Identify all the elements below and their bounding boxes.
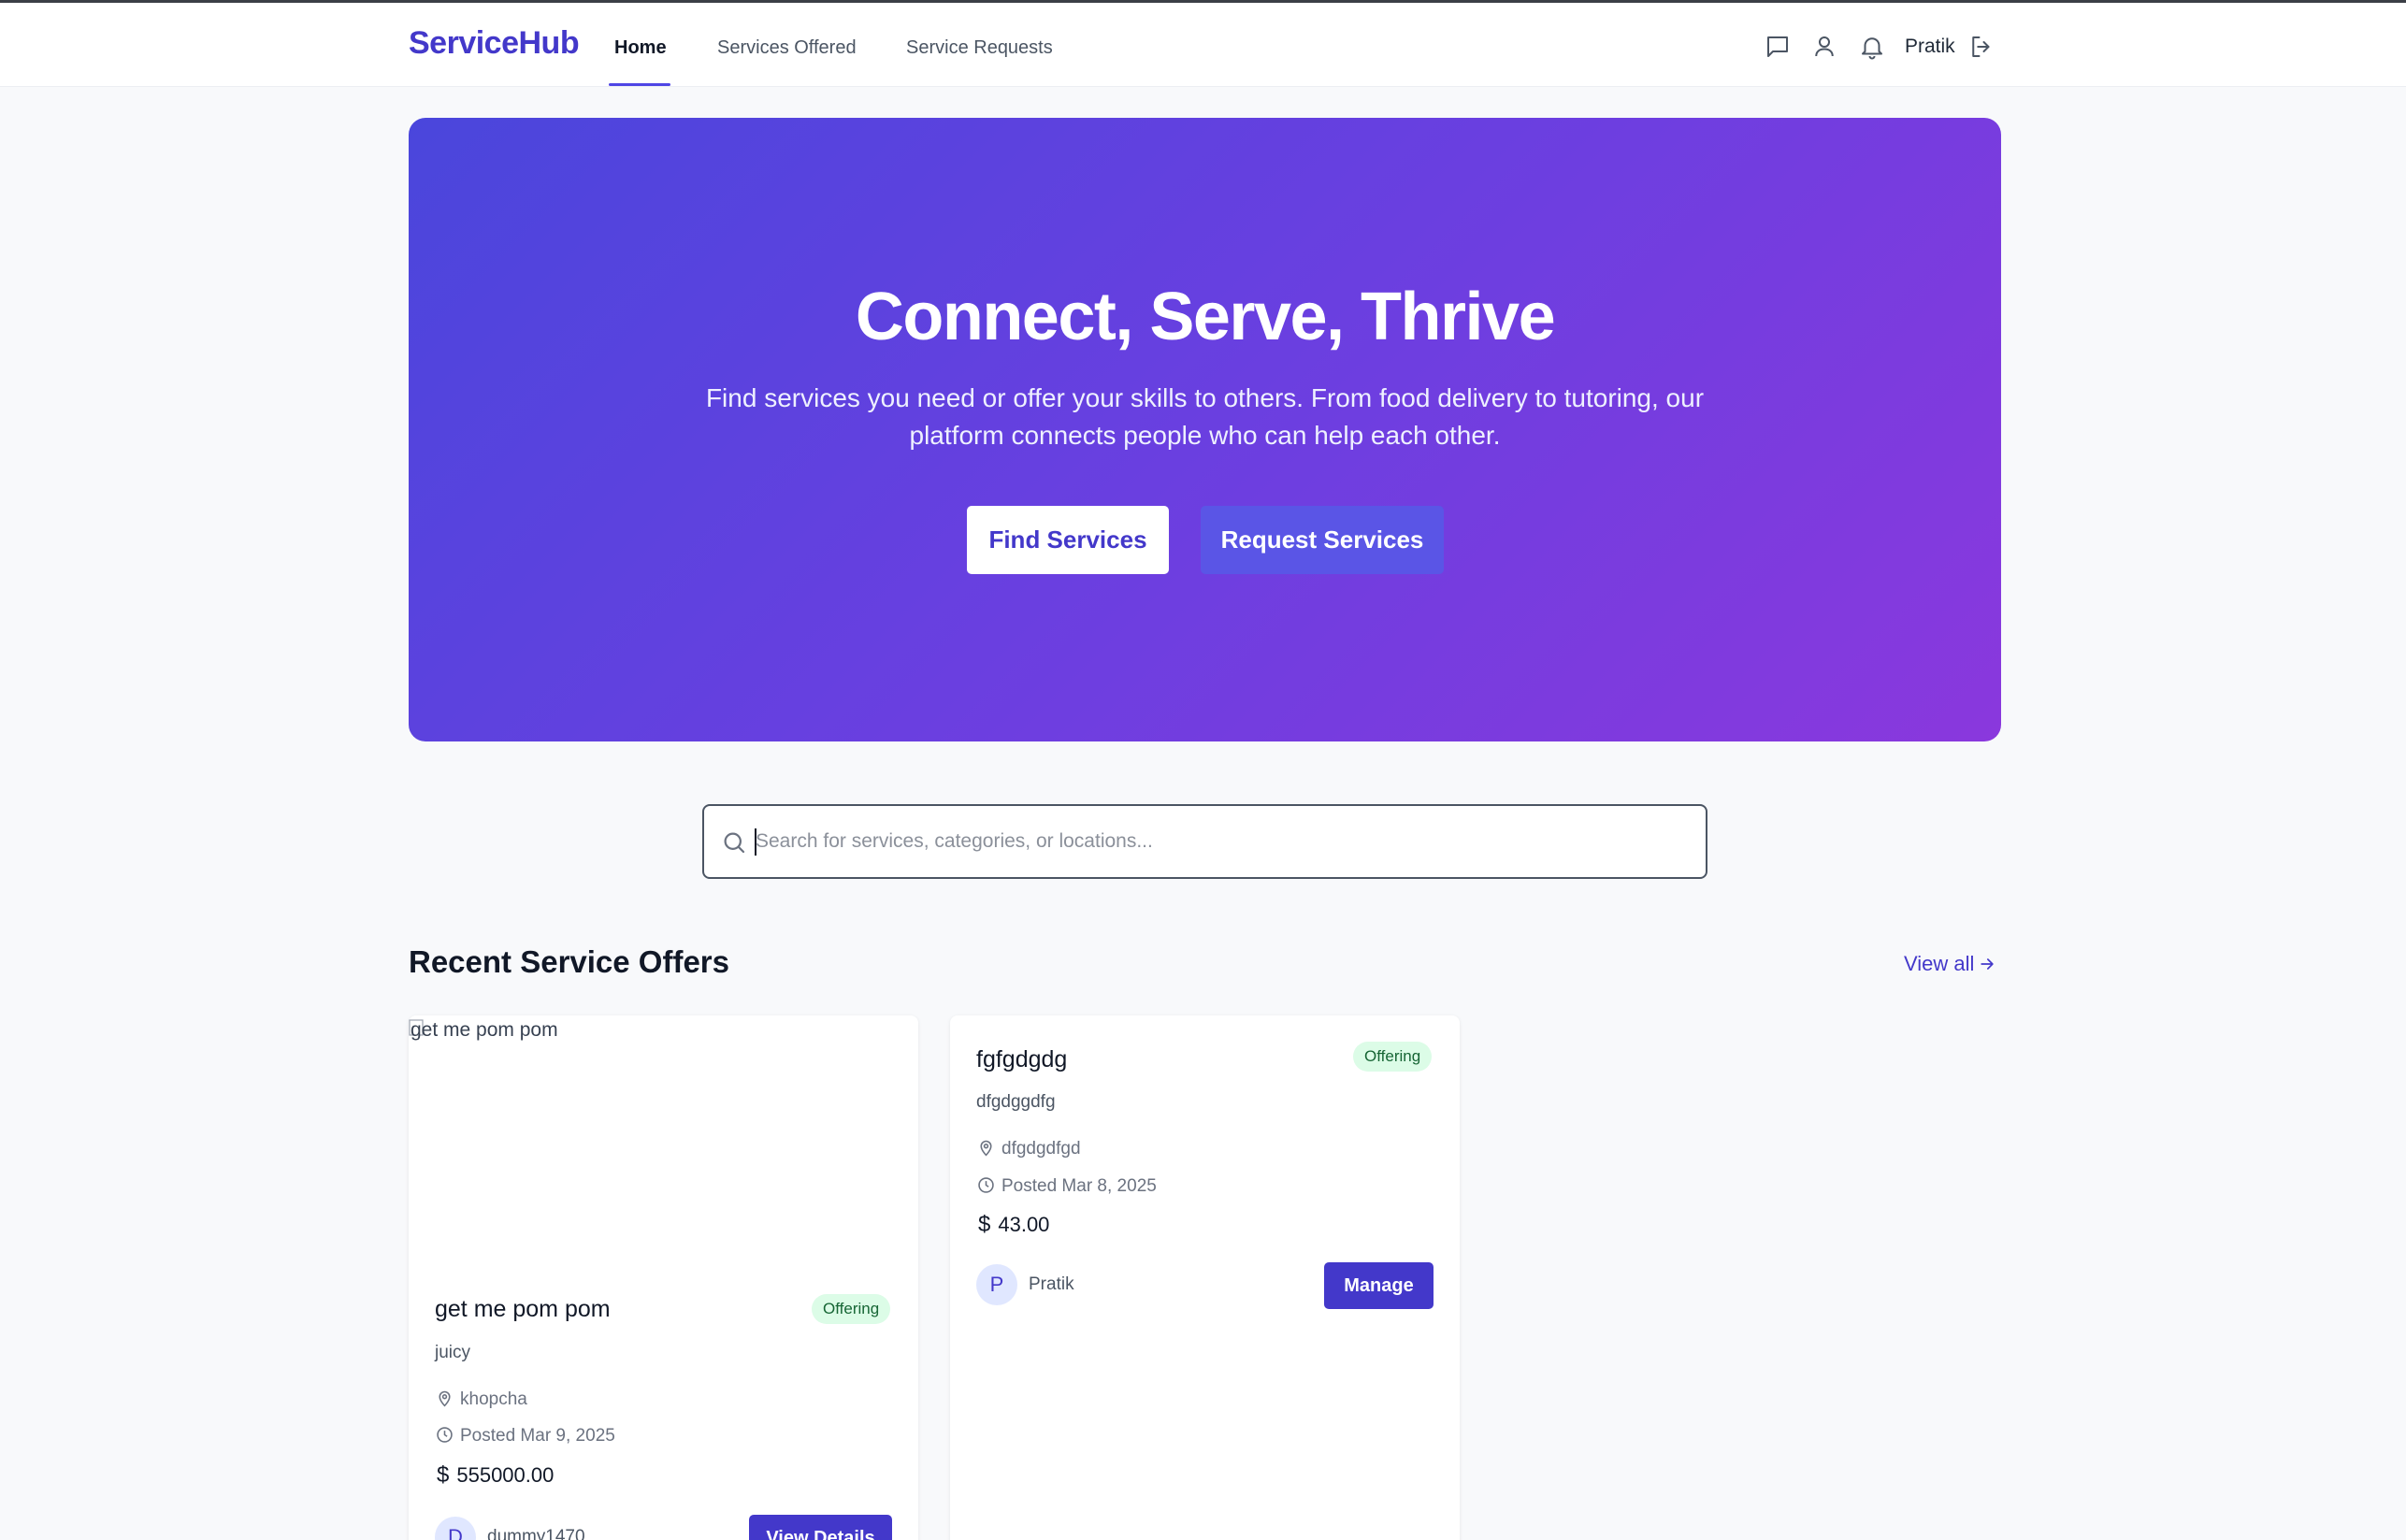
arrow-right-icon [1981, 958, 1995, 970]
service-image: get me pom pom [409, 1015, 918, 1254]
nav-services-offered[interactable]: Services Offered [717, 37, 857, 59]
view-all-label: View all [1904, 952, 1975, 975]
hero-title: Connect, Serve, Thrive [855, 280, 1556, 354]
status-badge: Offering [1353, 1042, 1433, 1072]
price-value: 43.00 [998, 1213, 1050, 1236]
search-icon [724, 832, 745, 854]
card-title[interactable]: get me pom pom [435, 1296, 611, 1323]
image-alt-text: get me pom pom [411, 1019, 558, 1041]
card-location: khopcha [435, 1389, 527, 1410]
avatar: D [435, 1517, 476, 1540]
card-title[interactable]: fgfgdgdg [976, 1046, 1067, 1073]
location-text: khopcha [460, 1389, 527, 1409]
card-location: dfgdgdfgd [976, 1138, 1081, 1159]
view-all-link[interactable]: View all [1904, 952, 1996, 976]
clock-icon [437, 1427, 453, 1443]
location-pin-icon [980, 1140, 992, 1157]
active-nav-indicator [609, 83, 670, 86]
message-icon[interactable] [1764, 33, 1792, 61]
page: ServiceHub Home Services Offered Service… [0, 0, 2406, 1540]
card-price: $43.00 [978, 1212, 1049, 1238]
nav-home[interactable]: Home [614, 37, 667, 59]
price-value: 555000.00 [456, 1463, 555, 1487]
posted-text: Posted Mar 8, 2025 [1001, 1176, 1157, 1196]
owner-name: Pratik [1029, 1274, 1074, 1294]
owner-name: dummy1470 [487, 1527, 585, 1540]
section-title: Recent Service Offers [409, 944, 730, 979]
bell-icon[interactable] [1858, 33, 1886, 61]
dollar-icon: $ [978, 1212, 991, 1237]
clock-icon [978, 1177, 994, 1193]
location-text: dfgdgdfgd [1001, 1139, 1081, 1159]
request-services-button[interactable]: Request Services [1201, 506, 1444, 574]
card-description: juicy [435, 1343, 471, 1362]
text-caret [755, 828, 756, 856]
posted-text: Posted Mar 9, 2025 [460, 1426, 615, 1446]
location-pin-icon [439, 1390, 451, 1407]
card-posted-date: Posted Mar 9, 2025 [435, 1425, 615, 1446]
card-posted-date: Posted Mar 8, 2025 [976, 1175, 1157, 1197]
top-navbar: ServiceHub Home Services Offered Service… [0, 3, 2406, 87]
card-price: $555000.00 [437, 1462, 554, 1489]
current-user-name[interactable]: Pratik [1905, 36, 1955, 58]
manage-button[interactable]: Manage [1324, 1262, 1434, 1309]
find-services-button[interactable]: Find Services [967, 506, 1169, 574]
nav-service-requests[interactable]: Service Requests [906, 37, 1053, 59]
service-card[interactable]: get me pom pom get me pom pom Offering j… [409, 1015, 918, 1540]
view-details-button[interactable]: View Details [749, 1515, 892, 1540]
user-icon[interactable] [1810, 33, 1838, 61]
service-card[interactable]: fgfgdgdg Offering dfgdggdfg dfgdgdfgd Po… [950, 1015, 1460, 1540]
hero-subtitle: Find services you need or offer your ski… [705, 383, 1705, 450]
status-badge: Offering [812, 1294, 891, 1324]
hero-banner: Connect, Serve, Thrive Find services you… [409, 118, 2001, 741]
search-bar[interactable] [702, 804, 1707, 879]
brand-logo[interactable]: ServiceHub [409, 25, 580, 62]
logout-icon[interactable] [1967, 33, 1995, 61]
card-description: dfgdggdfg [976, 1092, 1056, 1112]
dollar-icon: $ [437, 1462, 450, 1488]
avatar: P [976, 1264, 1017, 1305]
search-input[interactable] [756, 819, 1681, 864]
